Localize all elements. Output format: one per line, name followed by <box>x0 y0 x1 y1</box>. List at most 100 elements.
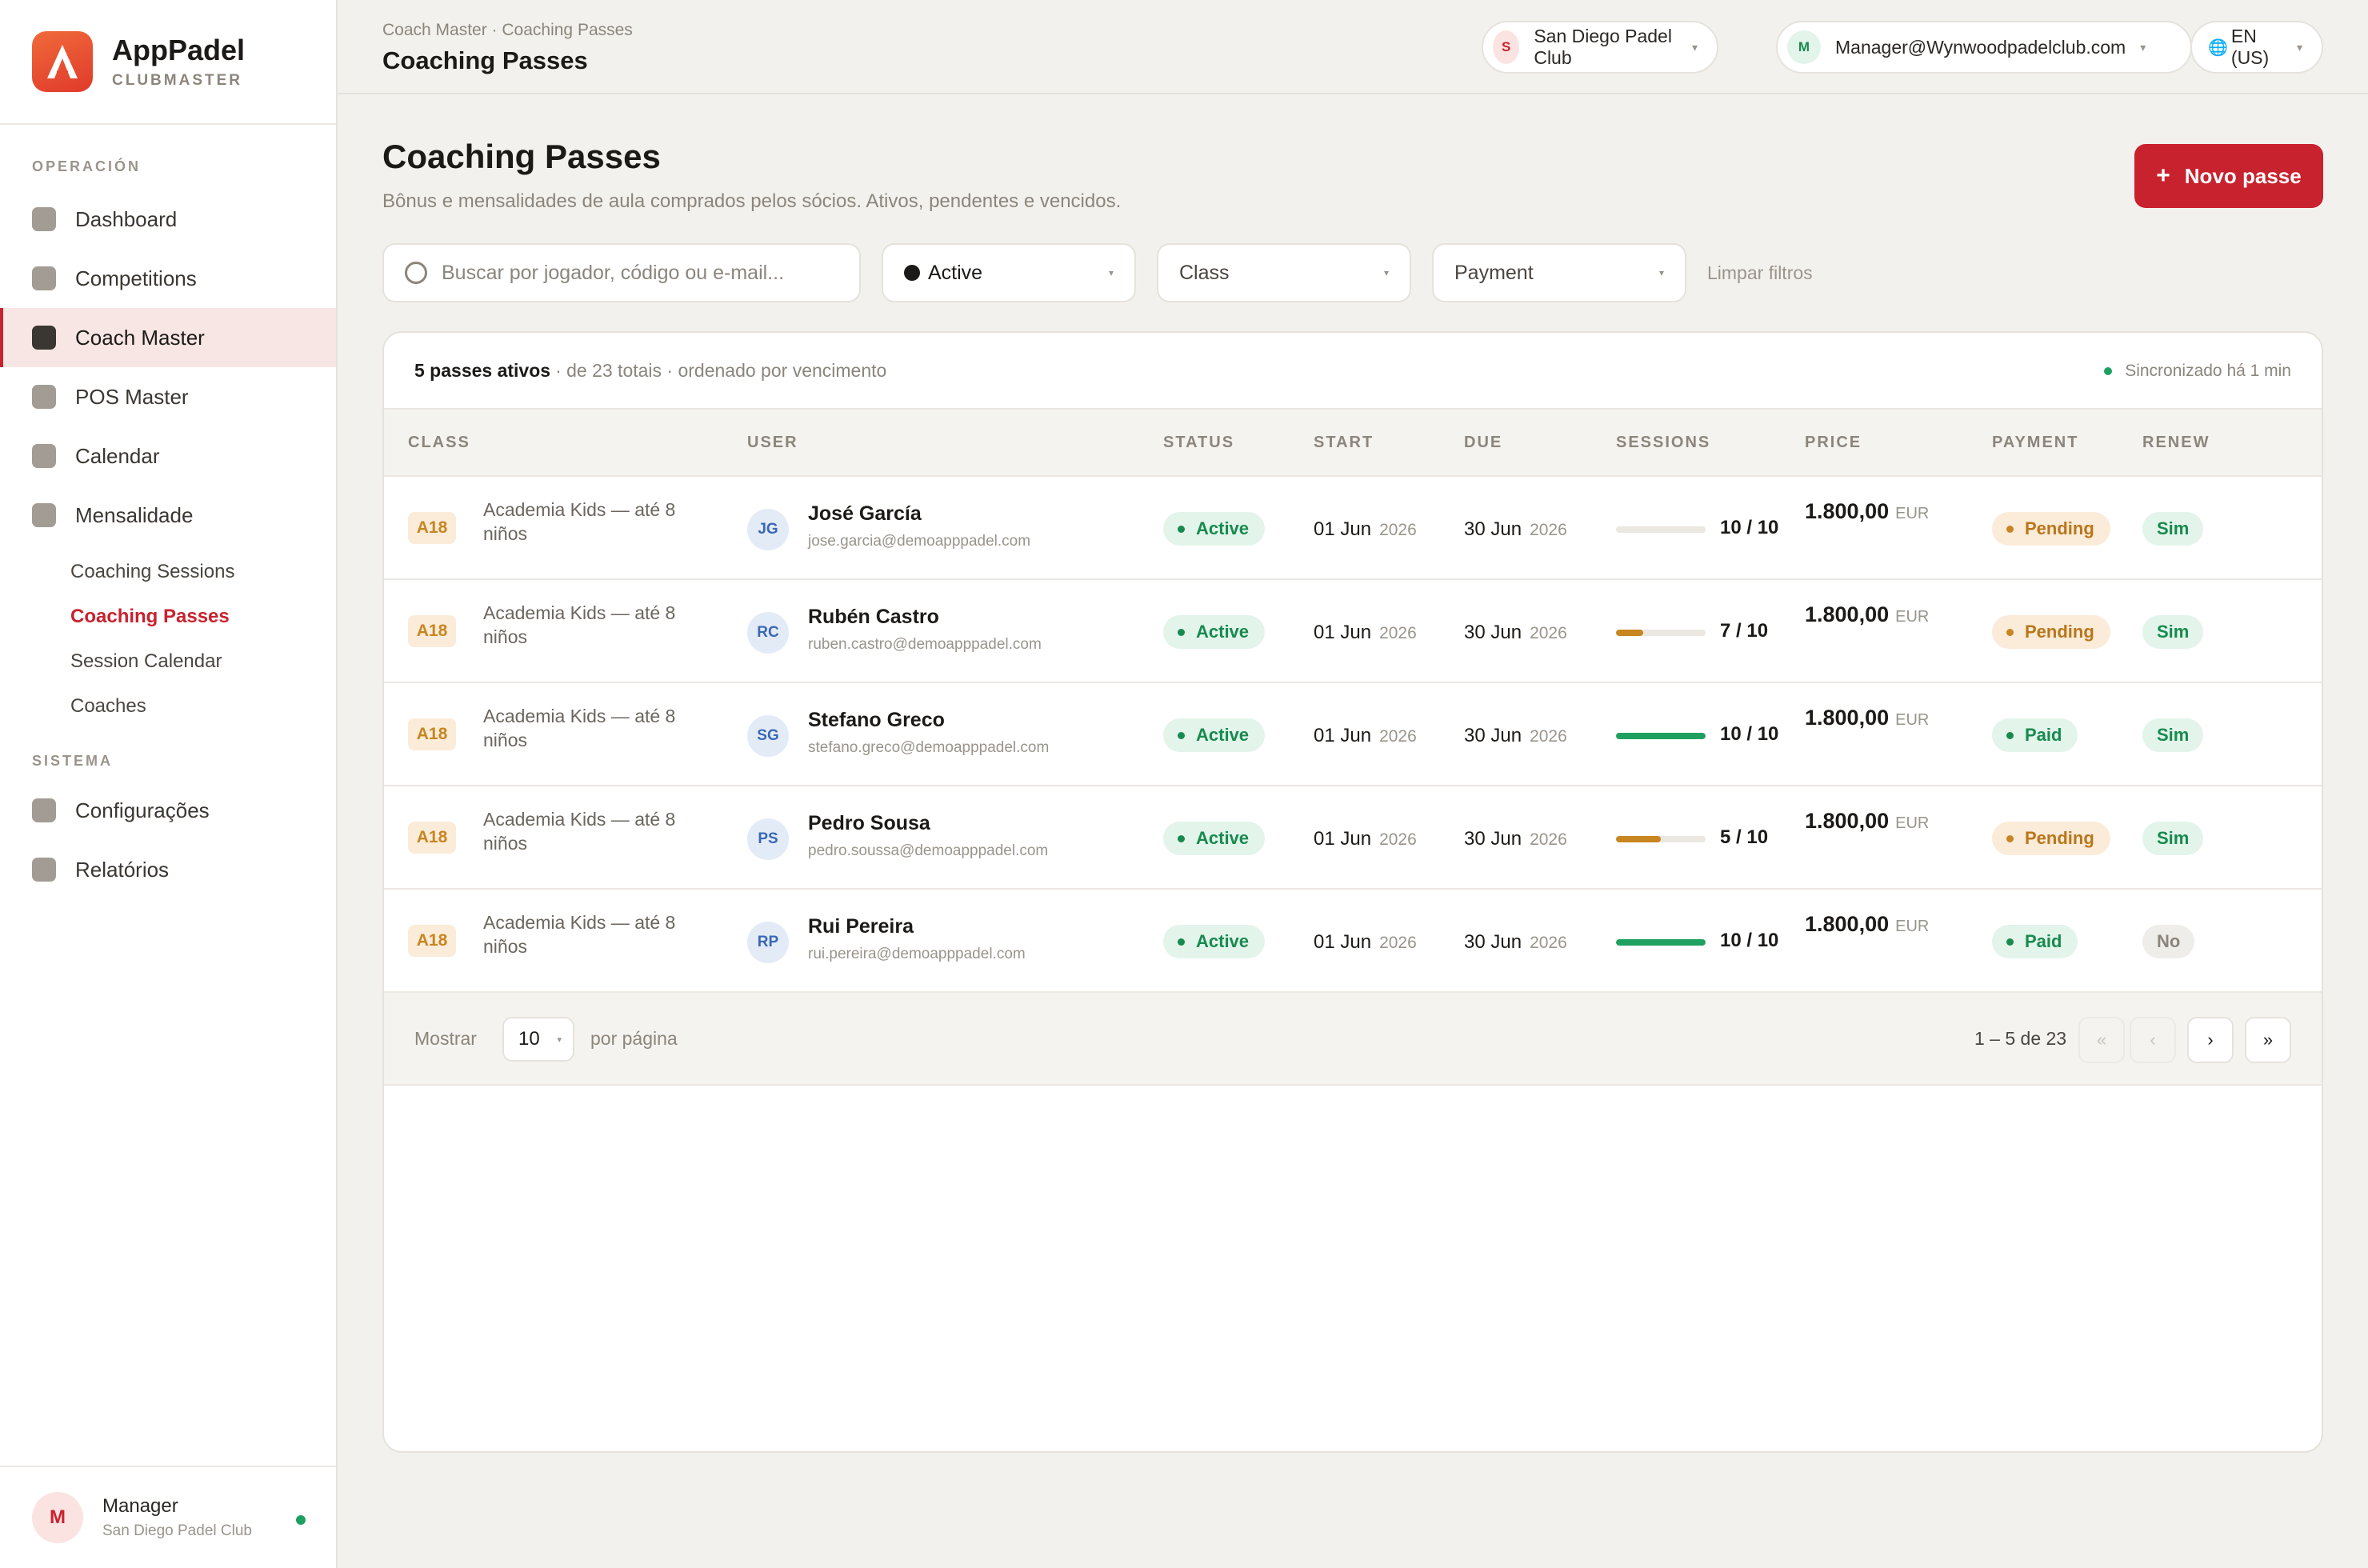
sidebar-item-competitions[interactable]: Competitions <box>0 249 336 308</box>
per-page-label: por página <box>590 1028 678 1049</box>
start-day: 01 Jun <box>1314 725 1372 746</box>
column-header-sessions[interactable]: SESSIONS <box>1616 434 1710 452</box>
competitions-icon <box>32 266 56 290</box>
status-filter[interactable]: Active ▾ <box>882 243 1136 302</box>
sidebar-item-calendar[interactable]: Calendar <box>0 426 336 486</box>
last-page-button[interactable]: » <box>2245 1017 2291 1063</box>
renew-badge: No <box>2142 925 2195 958</box>
sidebar-item-configuracoes[interactable]: Configurações <box>0 781 336 840</box>
user-name[interactable]: Rui Pereira <box>808 915 914 938</box>
column-header-payment[interactable]: PAYMENT <box>1992 434 2078 452</box>
user-profile[interactable]: M Manager San Diego Padel Club <box>0 1466 336 1568</box>
sidebar-item-label: Coach Master <box>75 325 205 350</box>
payment-filter[interactable]: Payment ▾ <box>1432 243 1686 302</box>
sidebar-subitem-coaches[interactable]: Coaches <box>0 684 336 729</box>
column-header-start[interactable]: START <box>1314 434 1374 452</box>
table-row[interactable]: A18 Academia Kids — até 8 niños SG Stefa… <box>384 683 2322 786</box>
due-year: 2026 <box>1530 727 1567 746</box>
sidebar-subitem-coaching-sessions[interactable]: Coaching Sessions <box>0 550 336 594</box>
due-year: 2026 <box>1530 624 1567 642</box>
column-header-price[interactable]: PRICE <box>1805 434 1862 452</box>
topbar-title: Coaching Passes <box>382 46 588 74</box>
clear-filters-link[interactable]: Limpar filtros <box>1707 262 1813 284</box>
user-name[interactable]: Rubén Castro <box>808 606 939 629</box>
per-page-select[interactable]: 10 ▾ <box>502 1017 574 1062</box>
user-name[interactable]: Stefano Greco <box>808 709 945 732</box>
price-amount: 1.800,00 <box>1805 809 1890 833</box>
sidebar-item-label: POS Master <box>75 384 189 409</box>
sidebar-item-mensalidade[interactable]: Mensalidade <box>0 486 336 545</box>
active-count: 5 passes ativos <box>414 359 551 381</box>
account-selector[interactable]: M Manager@Wynwoodpadelclub.com ▾ <box>1776 21 2192 74</box>
new-pass-button[interactable]: + Novo passe <box>2134 144 2323 208</box>
price: 1.800,00 EUR <box>1805 602 1929 627</box>
payment-label: Paid <box>2025 725 2062 745</box>
sessions-count: 5 / 10 <box>1720 826 1769 848</box>
column-header-renew[interactable]: RENEW <box>2142 434 2210 452</box>
class-filter[interactable]: Class ▾ <box>1157 243 1411 302</box>
user-name[interactable]: José García <box>808 502 922 526</box>
user-name[interactable]: Pedro Sousa <box>808 812 930 835</box>
sidebar-item-dashboard[interactable]: Dashboard <box>0 190 336 249</box>
price-amount: 1.800,00 <box>1805 706 1890 730</box>
status-label: Active <box>1196 828 1250 848</box>
column-header-class[interactable]: CLASS <box>408 434 470 452</box>
class-filter-value: Class <box>1179 261 1230 284</box>
column-header-user[interactable]: USER <box>747 434 798 452</box>
search-icon <box>405 262 427 284</box>
payment-badge: Paid <box>1992 718 2078 752</box>
nav-section-operacao: OPERACIÓN <box>32 158 142 174</box>
breadcrumb[interactable]: Coach Master · Coaching Passes <box>382 21 633 40</box>
first-page-button[interactable]: « <box>2078 1017 2125 1063</box>
start-date: 01 Jun 2026 <box>1314 828 1417 850</box>
account-selector-label: Manager@Wynwoodpadelclub.com <box>1835 36 2126 58</box>
club-selector[interactable]: S San Diego Padel Club ▾ <box>1482 21 1718 74</box>
start-year: 2026 <box>1379 521 1417 539</box>
status-dot-icon <box>1178 731 1185 739</box>
column-header-status[interactable]: STATUS <box>1163 434 1234 452</box>
due-day: 30 Jun <box>1464 931 1522 953</box>
table-row[interactable]: A18 Academia Kids — até 8 niños RC Rubén… <box>384 580 2322 683</box>
sessions-progress-fill <box>1616 939 1706 946</box>
column-header-due[interactable]: DUE <box>1464 434 1502 452</box>
user-avatar: RC <box>747 612 789 654</box>
summary-bar: 5 passes ativos · de 23 totais · ordenad… <box>384 333 2322 410</box>
class-code-badge: A18 <box>408 822 456 854</box>
brand-name: AppPadel <box>112 34 246 66</box>
class-name: Academia Kids — até 8 niños <box>483 499 676 544</box>
table-row[interactable]: A18 Academia Kids — até 8 niños RP Rui P… <box>384 890 2322 993</box>
payment-badge: Paid <box>1992 925 2078 958</box>
price-amount: 1.800,00 <box>1805 602 1890 626</box>
sidebar-subitem-coaching-passes[interactable]: Coaching Passes <box>0 594 336 639</box>
language-selector[interactable]: 🌐 EN (US) ▾ <box>2190 21 2323 74</box>
sidebar-item-pos-master[interactable]: POS Master <box>0 367 336 426</box>
start-year: 2026 <box>1379 624 1417 642</box>
sessions-progress-bar <box>1616 630 1706 636</box>
chevron-down-icon: ▾ <box>1383 267 1389 278</box>
status-dot-icon <box>904 265 920 281</box>
status-dot-icon <box>1178 628 1185 636</box>
user-email: stefano.greco@demoapppadel.com <box>808 739 1050 756</box>
table-row[interactable]: A18 Academia Kids — até 8 niños JG José … <box>384 477 2322 580</box>
start-date: 01 Jun 2026 <box>1314 931 1417 954</box>
prev-page-button[interactable]: ‹ <box>2130 1017 2176 1063</box>
search-input[interactable]: Buscar por jogador, código ou e-mail... <box>382 243 861 302</box>
status-dot-icon <box>1178 834 1185 842</box>
profile-club: San Diego Padel Club <box>102 1522 252 1539</box>
profile-name: Manager <box>102 1495 178 1517</box>
class-name: Academia Kids — até 8 niños <box>483 706 676 750</box>
due-day: 30 Jun <box>1464 622 1522 643</box>
sidebar-item-relatorios[interactable]: Relatórios <box>0 840 336 899</box>
user-email: pedro.soussa@demoapppadel.com <box>808 842 1049 859</box>
status-label: Active <box>1196 518 1250 538</box>
next-page-button[interactable]: › <box>2187 1017 2234 1063</box>
coach-master-icon <box>32 326 56 350</box>
table-row[interactable]: A18 Academia Kids — até 8 niños PS Pedro… <box>384 786 2322 890</box>
payment-label: Pending <box>2025 518 2094 538</box>
sidebar-subitem-session-calendar[interactable]: Session Calendar <box>0 639 336 684</box>
payment-dot-icon <box>2006 731 2014 739</box>
brand[interactable]: AppPadel CLUBMASTER <box>0 0 336 125</box>
class-name: Academia Kids — até 8 niños <box>483 912 676 957</box>
due-day: 30 Jun <box>1464 828 1522 850</box>
sidebar-item-coach-master[interactable]: Coach Master <box>0 308 336 367</box>
